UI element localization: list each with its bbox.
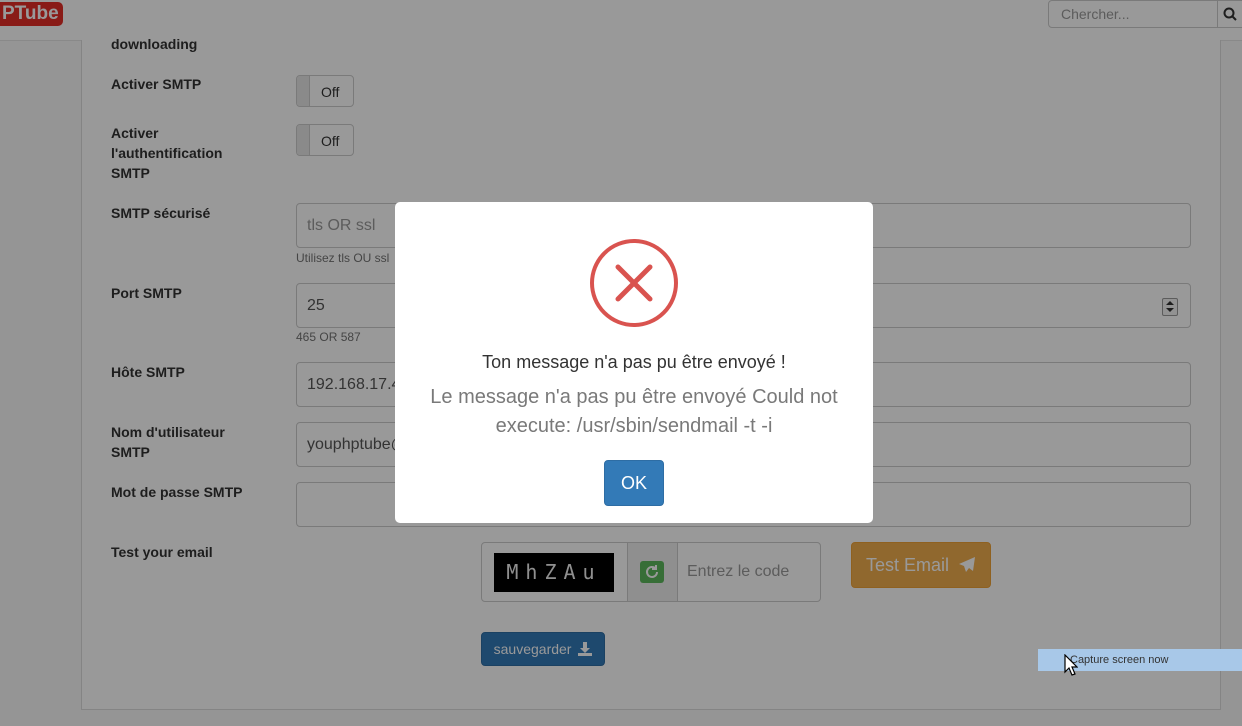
dialog-message: Le message n'a pas pu être envoyé Could … — [430, 386, 838, 437]
mouse-cursor-icon — [1064, 654, 1078, 676]
dialog-title: Ton message n'a pas pu être envoyé ! — [482, 352, 786, 372]
error-x-icon — [590, 239, 678, 327]
error-dialog: Ton message n'a pas pu être envoyé ! Le … — [395, 202, 873, 523]
ok-button[interactable]: OK — [604, 460, 664, 506]
